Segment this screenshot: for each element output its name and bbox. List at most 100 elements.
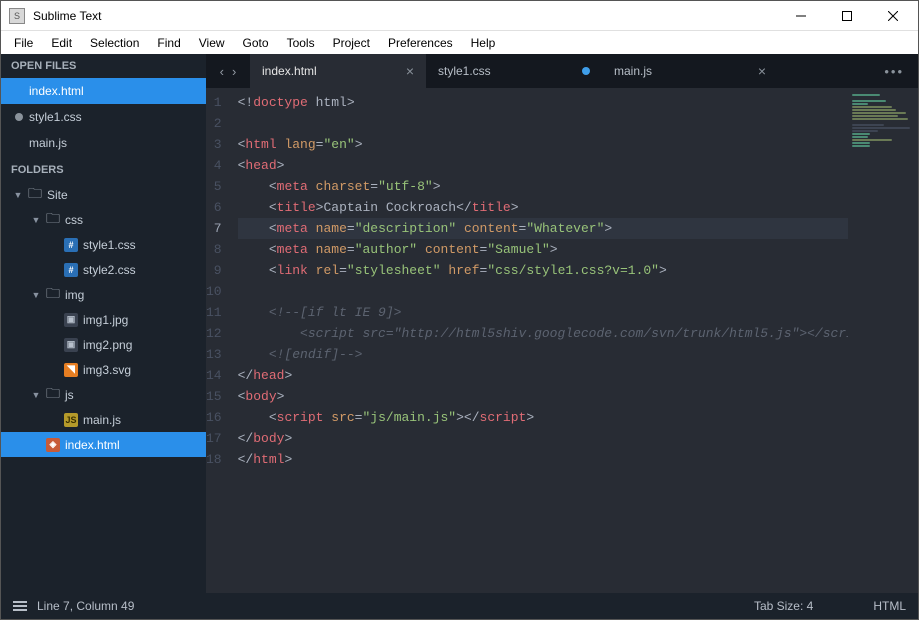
status-bar: Line 7, Column 49 Tab Size: 4 HTML	[1, 593, 918, 619]
menu-icon[interactable]	[13, 601, 27, 611]
tree-file[interactable]: ▣img1.jpg	[1, 307, 206, 332]
menu-edit[interactable]: Edit	[42, 33, 81, 53]
open-file[interactable]: index.html	[1, 78, 206, 104]
status-tab-size[interactable]: Tab Size: 4	[754, 599, 813, 613]
code-line[interactable]: <meta name="description" content="Whatev…	[238, 218, 848, 239]
line-number: 16	[206, 407, 222, 428]
code-line[interactable]: </head>	[238, 365, 848, 386]
title-bar: S Sublime Text	[1, 1, 918, 31]
menu-file[interactable]: File	[5, 33, 42, 53]
line-number: 17	[206, 428, 222, 449]
code-line[interactable]: <script src="js/main.js"></script>	[238, 407, 848, 428]
code-line[interactable]: <body>	[238, 386, 848, 407]
tree-folder[interactable]: ▼🗀js	[1, 382, 206, 407]
css-icon: #	[64, 238, 78, 252]
tab-close-icon[interactable]: ×	[758, 63, 766, 79]
tree-item-label: js	[65, 388, 74, 402]
code-line[interactable]	[238, 113, 848, 134]
menu-view[interactable]: View	[190, 33, 234, 53]
code-line[interactable]: <!doctype html>	[238, 92, 848, 113]
open-file-label: index.html	[29, 84, 84, 98]
minimap[interactable]	[848, 88, 918, 593]
line-number: 18	[206, 449, 222, 470]
menu-selection[interactable]: Selection	[81, 33, 148, 53]
tree-item-label: img2.png	[83, 338, 132, 352]
disclosure-icon[interactable]: ▼	[31, 390, 41, 400]
code-content[interactable]: <!doctype html> <html lang="en"><head> <m…	[234, 88, 848, 593]
tree-file[interactable]: # style1.css	[1, 232, 206, 257]
line-number: 10	[206, 281, 222, 302]
code-line[interactable]: <![endif]-->	[238, 344, 848, 365]
tree-file[interactable]: #style2.css	[1, 257, 206, 282]
code-editor[interactable]: 123456789101112131415161718 <!doctype ht…	[206, 88, 848, 593]
maximize-button[interactable]	[824, 1, 870, 30]
tab-label: main.js	[614, 64, 652, 78]
css-icon: #	[64, 263, 78, 277]
rss-icon: ◥	[64, 363, 78, 377]
tree-item-label: main.js	[83, 413, 121, 427]
open-file-label: main.js	[29, 136, 67, 150]
code-line[interactable]: </body>	[238, 428, 848, 449]
menu-find[interactable]: Find	[148, 33, 189, 53]
editor-tab[interactable]: style1.css	[426, 54, 602, 88]
sidebar: OPEN FILES index.htmlstyle1.cssmain.js F…	[1, 54, 206, 593]
tree-item-label: index.html	[65, 438, 120, 452]
code-line[interactable]: </html>	[238, 449, 848, 470]
tab-close-icon[interactable]: ×	[406, 63, 414, 79]
menu-help[interactable]: Help	[462, 33, 505, 53]
code-line[interactable]: <!--[if lt IE 9]>	[238, 302, 848, 323]
tree-folder[interactable]: ▼🗀Site	[1, 182, 206, 207]
code-line[interactable]	[238, 281, 848, 302]
nav-forward-button[interactable]: ›	[232, 64, 236, 79]
status-syntax[interactable]: HTML	[873, 599, 906, 613]
img-icon: ▣	[64, 338, 78, 352]
close-button[interactable]	[870, 1, 916, 30]
open-file[interactable]: main.js	[1, 130, 206, 156]
tree-folder[interactable]: ▼ 🗀 img	[1, 282, 206, 307]
line-number: 15	[206, 386, 222, 407]
tree-file[interactable]: ▣ img2.png	[1, 332, 206, 357]
folder-icon: 🗀	[46, 208, 60, 232]
code-line[interactable]: <link rel="stylesheet" href="css/style1.…	[238, 260, 848, 281]
js-icon: JS	[64, 413, 78, 427]
disclosure-icon[interactable]: ▼	[13, 190, 23, 200]
code-line[interactable]: <meta charset="utf-8">	[238, 176, 848, 197]
code-line[interactable]: <html lang="en">	[238, 134, 848, 155]
tree-item-label: img3.svg	[83, 363, 131, 377]
open-file[interactable]: style1.css	[1, 104, 206, 130]
tab-overflow-button[interactable]: •••	[884, 64, 904, 79]
tree-file[interactable]: ◈ index.html	[1, 432, 206, 457]
line-number: 14	[206, 365, 222, 386]
line-number: 3	[206, 134, 222, 155]
code-line[interactable]: <meta name="author" content="Samuel">	[238, 239, 848, 260]
nav-back-button[interactable]: ‹	[220, 64, 224, 79]
disclosure-icon[interactable]: ▼	[31, 215, 41, 225]
folders-header: FOLDERS	[1, 158, 206, 182]
tree-file[interactable]: JS main.js	[1, 407, 206, 432]
dirty-indicator-icon	[582, 67, 590, 75]
line-number: 9	[206, 260, 222, 281]
tree-item-label: style1.css	[83, 238, 136, 252]
tree-item-label: img1.jpg	[83, 313, 128, 327]
menu-goto[interactable]: Goto	[234, 33, 278, 53]
code-line[interactable]: <script src="http://html5shiv.googlecode…	[238, 323, 848, 344]
tree-folder[interactable]: ▼🗀css	[1, 207, 206, 232]
disclosure-icon[interactable]: ▼	[31, 290, 41, 300]
tree-item-label: Site	[47, 188, 68, 202]
line-number: 13	[206, 344, 222, 365]
status-position[interactable]: Line 7, Column 49	[37, 599, 134, 613]
html-icon: ◈	[46, 438, 60, 452]
menu-project[interactable]: Project	[324, 33, 379, 53]
code-line[interactable]: <title>Captain Cockroach</title>	[238, 197, 848, 218]
editor-tab[interactable]: main.js ×	[602, 54, 778, 88]
editor-tab[interactable]: index.html×	[250, 54, 426, 88]
line-number: 7	[206, 218, 222, 239]
menu-tools[interactable]: Tools	[278, 33, 324, 53]
minimize-button[interactable]	[778, 1, 824, 30]
tree-item-label: img	[65, 288, 84, 302]
code-line[interactable]: <head>	[238, 155, 848, 176]
menu-preferences[interactable]: Preferences	[379, 33, 462, 53]
tree-file[interactable]: ◥ img3.svg	[1, 357, 206, 382]
folder-icon: 🗀	[46, 283, 60, 307]
line-number: 5	[206, 176, 222, 197]
